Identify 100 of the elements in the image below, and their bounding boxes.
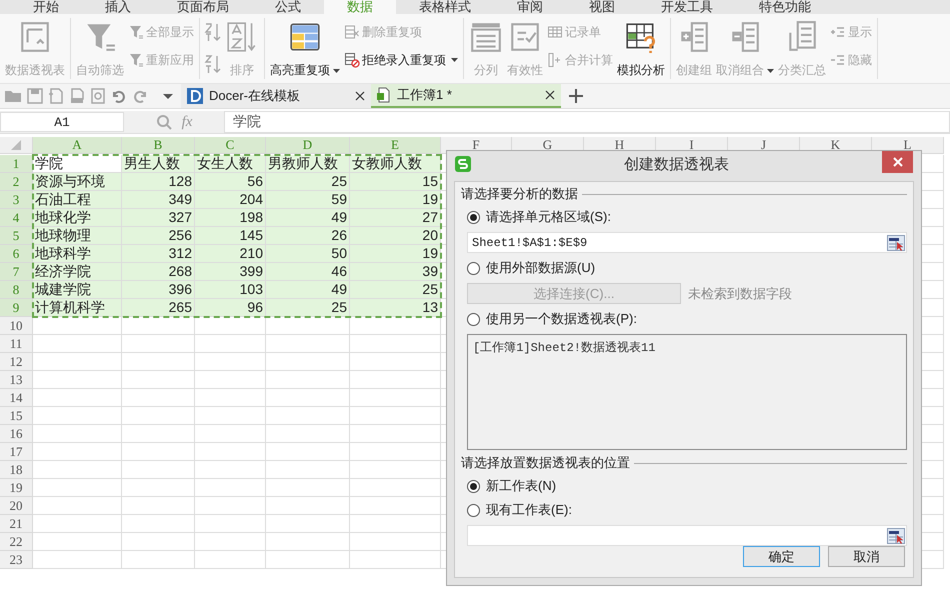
ribbon-button[interactable]: 模拟分析: [616, 18, 666, 81]
new-tab-icon[interactable]: [569, 89, 583, 103]
row-header[interactable]: 23: [0, 551, 33, 569]
empty-cell: [195, 353, 266, 371]
table-cell: 男教师人数: [266, 155, 350, 173]
menu-tab[interactable]: 审阅: [494, 0, 566, 14]
ribbon-button[interactable]: 拒绝录入重复项: [343, 48, 459, 72]
menu-tab[interactable]: 视图: [566, 0, 638, 14]
row-header[interactable]: 21: [0, 515, 33, 533]
row-header[interactable]: 16: [0, 425, 33, 443]
column-header[interactable]: A: [33, 137, 122, 154]
radio-option[interactable]: 使用外部数据源(U): [467, 259, 907, 277]
row-header[interactable]: 14: [0, 389, 33, 407]
search-icon[interactable]: [156, 114, 172, 130]
print-icon[interactable]: [69, 88, 85, 104]
menu-tab[interactable]: 插入: [82, 0, 154, 14]
table-cell: 26: [266, 227, 350, 245]
row-header[interactable]: 12: [0, 353, 33, 371]
table-cell: 327: [122, 209, 195, 227]
table-cell: 27: [350, 209, 441, 227]
preview-icon[interactable]: [90, 88, 106, 104]
row-header[interactable]: 22: [0, 533, 33, 551]
sort-ascending-icon[interactable]: [204, 22, 222, 42]
table-cell: 城建学院: [33, 281, 122, 299]
export-icon[interactable]: [48, 88, 64, 104]
document-tab[interactable]: 工作簿1 *: [371, 84, 561, 108]
redo-icon[interactable]: [132, 88, 148, 104]
name-box[interactable]: A1: [0, 112, 124, 132]
dialog-button[interactable]: 确定: [743, 546, 820, 567]
menu-tab[interactable]: 开发工具: [638, 0, 736, 14]
undo-icon[interactable]: [111, 88, 127, 104]
save-icon[interactable]: [27, 88, 43, 104]
empty-cell: [195, 479, 266, 497]
select-all-icon[interactable]: [11, 140, 21, 150]
formula-input-field[interactable]: 学院: [224, 111, 950, 133]
row-header[interactable]: 13: [0, 371, 33, 389]
empty-cell: [195, 317, 266, 335]
empty-cell: [195, 515, 266, 533]
row-header[interactable]: 9: [0, 299, 33, 317]
menu-tab[interactable]: 公式: [252, 0, 324, 14]
row-header[interactable]: 2: [0, 173, 33, 191]
radio-option[interactable]: 现有工作表(E):: [467, 501, 907, 519]
range-input-field[interactable]: Sheet1!$A$1:$E$9: [467, 232, 907, 253]
document-tab[interactable]: Docer-在线模板: [181, 84, 371, 108]
radio-option[interactable]: 新工作表(N): [467, 477, 907, 495]
menu-tab[interactable]: 特色功能: [736, 0, 834, 14]
row-header[interactable]: 11: [0, 335, 33, 353]
radio-option[interactable]: 使用另一个数据透视表(P):: [467, 310, 907, 328]
range-picker-icon[interactable]: [887, 234, 905, 250]
status-note: 未检索到数据字段: [688, 284, 792, 302]
table-cell: 经济学院: [33, 263, 122, 281]
sort-descending-icon[interactable]: [204, 54, 222, 74]
pivot-table-list[interactable]: [工作簿1]Sheet2!数据透视表11: [467, 334, 907, 450]
table-cell: 39: [350, 263, 441, 281]
columns-split-icon: [469, 20, 503, 54]
menu-tab[interactable]: 页面布局: [154, 0, 252, 14]
ribbon-button[interactable]: 高亮重复项: [269, 18, 341, 81]
table-cell: 103: [195, 281, 266, 299]
table-cell: 198: [195, 209, 266, 227]
table-cell: 145: [195, 227, 266, 245]
row-header[interactable]: 5: [0, 227, 33, 245]
row-header[interactable]: 7: [0, 263, 33, 281]
range-picker-icon[interactable]: [887, 528, 905, 544]
table-cell: 349: [122, 191, 195, 209]
table-cell: 256: [122, 227, 195, 245]
row-header[interactable]: 10: [0, 317, 33, 335]
row-header[interactable]: 20: [0, 497, 33, 515]
spreadsheet-icon: [377, 87, 391, 103]
column-header[interactable]: C: [195, 137, 266, 154]
table-cell: 地球物理: [33, 227, 122, 245]
close-icon[interactable]: [355, 91, 365, 101]
row-header[interactable]: 6: [0, 245, 33, 263]
table-cell: 学院: [33, 155, 122, 173]
table-cell: 265: [122, 299, 195, 317]
radio-option[interactable]: 请选择单元格区域(S):: [467, 208, 907, 226]
menu-tab[interactable]: 数据: [324, 0, 396, 14]
table-cell: 地球科学: [33, 245, 122, 263]
row-header[interactable]: 4: [0, 209, 33, 227]
row-header[interactable]: 1: [0, 155, 33, 173]
row-header[interactable]: 8: [0, 281, 33, 299]
row-header[interactable]: 3: [0, 191, 33, 209]
table-cell: 49: [266, 281, 350, 299]
column-header[interactable]: D: [266, 137, 350, 154]
close-icon[interactable]: [545, 90, 555, 100]
table-cell: 396: [122, 281, 195, 299]
row-header[interactable]: 19: [0, 479, 33, 497]
close-button[interactable]: [882, 151, 913, 173]
close-icon: [892, 157, 902, 167]
row-header[interactable]: 15: [0, 407, 33, 425]
column-header[interactable]: E: [350, 137, 441, 154]
table-cell: 石油工程: [33, 191, 122, 209]
range-input-field[interactable]: [467, 525, 907, 546]
folder-icon[interactable]: [4, 88, 22, 104]
menu-tab[interactable]: 表格样式: [396, 0, 494, 14]
column-header[interactable]: B: [122, 137, 195, 154]
row-header[interactable]: 17: [0, 443, 33, 461]
menu-tab[interactable]: 开始: [10, 0, 82, 14]
table-cell: 25: [266, 173, 350, 191]
row-header[interactable]: 18: [0, 461, 33, 479]
dialog-button[interactable]: 取消: [828, 546, 905, 567]
